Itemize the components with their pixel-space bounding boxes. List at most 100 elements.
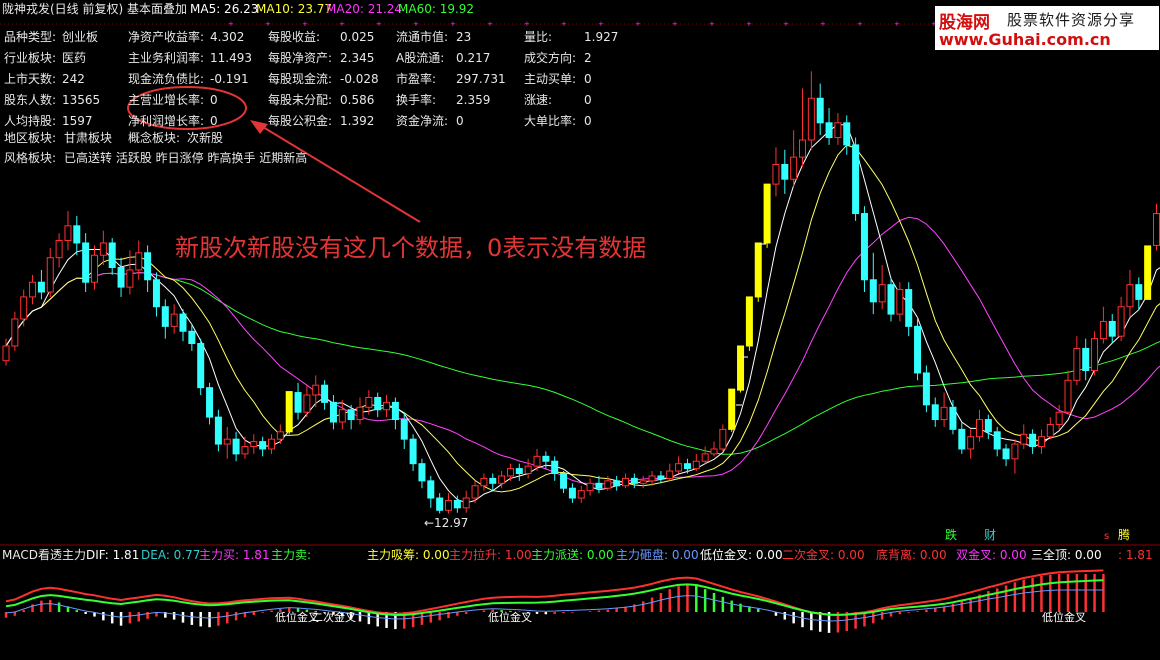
candle: [737, 345, 745, 391]
dot-marker: +: [265, 20, 271, 28]
candle: [73, 225, 81, 244]
candle: [498, 475, 506, 484]
candle: [781, 164, 789, 180]
candle: [374, 396, 382, 411]
candle: [268, 438, 275, 450]
candle: [719, 428, 727, 450]
candle: [825, 122, 833, 139]
candle: [860, 213, 868, 281]
candle: [1020, 433, 1028, 445]
candle: [338, 409, 346, 423]
candle: [126, 269, 134, 288]
candle: [99, 242, 107, 256]
candle: [321, 384, 329, 403]
candle: [471, 485, 479, 499]
info-value: 242: [62, 72, 85, 86]
candle: [179, 313, 187, 332]
candle: [843, 122, 851, 146]
candle: [303, 394, 311, 413]
dif-line: [5, 569, 1104, 617]
candle: [294, 392, 302, 413]
candle: [577, 490, 585, 499]
candle: [905, 289, 913, 327]
info-value: 2.345: [340, 51, 375, 65]
candle: [2, 345, 10, 362]
dot-marker: +: [561, 20, 567, 28]
die-marker: 跌: [945, 528, 958, 542]
candle: [91, 254, 98, 283]
info-value: 0: [456, 114, 464, 128]
info-key: 主动买单:: [524, 72, 577, 86]
candle: [462, 497, 470, 509]
candle: [188, 330, 196, 345]
candle: [1135, 284, 1143, 300]
candle: [763, 183, 771, 244]
info-key: 每股未分配:: [268, 93, 333, 107]
info-value: 2: [584, 51, 592, 65]
macd-readout: MACD看透主力: [2, 548, 86, 562]
candle: [1064, 379, 1072, 413]
candle: [683, 463, 691, 470]
candle: [524, 465, 532, 474]
candle: [869, 279, 877, 303]
macd-readout: 双金叉: 0.00: [956, 548, 1027, 562]
macd-readout: 二次金叉: 0.00: [782, 548, 865, 562]
candle: [1055, 411, 1063, 425]
candle: [630, 477, 638, 484]
region-key: 地区板块:: [4, 131, 57, 145]
info-key: 量比:: [524, 30, 553, 44]
candle: [161, 306, 169, 327]
candle: [949, 406, 957, 430]
info-value: 13565: [62, 93, 101, 107]
info-value: 1.392: [340, 114, 375, 128]
style-key: 风格板块:: [4, 151, 57, 165]
candle: [1002, 448, 1010, 460]
candle: [436, 497, 444, 511]
macd-readout: 主力买: 1.81: [199, 548, 270, 562]
candle: [1153, 213, 1160, 246]
candle: [285, 391, 293, 433]
candle: [666, 470, 674, 479]
ma10-line: [5, 144, 1160, 493]
ma5-readout: MA5: 26.23: [190, 2, 259, 16]
candle: [728, 388, 736, 430]
annotation-arrow: [257, 123, 421, 223]
concept-value: 次新股: [187, 131, 224, 145]
candle: [223, 438, 231, 445]
guhai-logo: 股海网 股票软件资源分享 www.Guhai.com.cn: [935, 6, 1159, 50]
info-key: 主营业增长率:: [128, 93, 205, 107]
candle: [533, 455, 541, 467]
dot-marker: +: [376, 20, 382, 28]
candle: [834, 122, 842, 139]
info-value: 1.927: [584, 30, 619, 44]
candle: [745, 296, 753, 347]
macd-readout: 主力砸盘: 0.00: [616, 548, 699, 562]
candle: [604, 480, 612, 489]
macd-signal-label: 低位金叉: [1042, 611, 1086, 624]
candle: [542, 455, 550, 462]
info-key: 每股净资产:: [268, 51, 333, 65]
candle: [790, 156, 798, 180]
info-key: 资金净流:: [396, 114, 449, 128]
candle: [984, 419, 992, 433]
candle: [400, 419, 408, 440]
candle: [418, 463, 426, 482]
info-key: 现金流负债比:: [128, 72, 205, 86]
ma20-readout: MA20: 21.24: [326, 2, 403, 16]
candle: [993, 431, 1001, 450]
macd-readout: 主力拉升: 1.00: [449, 548, 532, 562]
s-marker: s: [1104, 531, 1110, 542]
candle: [1099, 320, 1107, 340]
dot-marker: +: [413, 20, 419, 28]
dot-marker: +: [524, 20, 530, 28]
info-value: 11.493: [210, 51, 252, 65]
candle: [170, 313, 178, 327]
dot-marker: +: [857, 20, 863, 28]
arrow-head: [250, 120, 268, 134]
candle: [64, 225, 72, 242]
macd-readout: 三全顶: 0.00: [1031, 548, 1102, 562]
candle: [816, 97, 824, 124]
candle: [55, 240, 63, 259]
candle: [1091, 338, 1099, 372]
dot-marker: +: [672, 20, 678, 28]
